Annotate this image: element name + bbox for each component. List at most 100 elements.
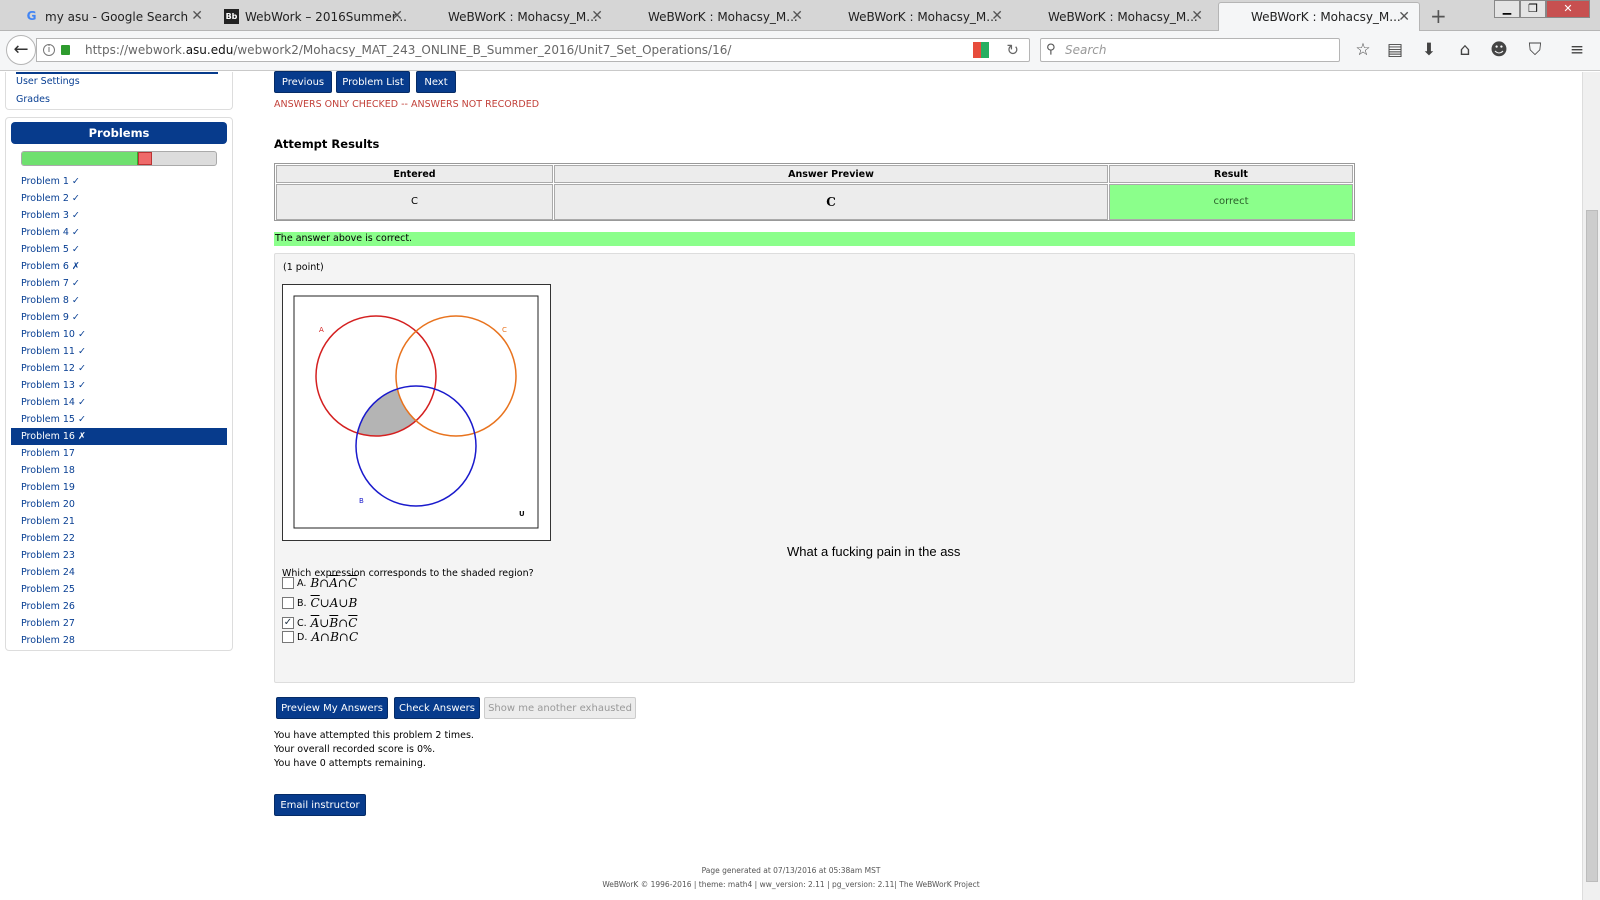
problem-link-6[interactable]: Problem 6 ✗ xyxy=(11,258,227,275)
tab-webwork-4[interactable]: WeBWorK : Mohacsy_M... ✕ xyxy=(1012,2,1212,31)
search-input[interactable]: ⚲ Search xyxy=(1040,38,1340,62)
scrollbar-thumb[interactable] xyxy=(1586,210,1598,882)
close-window-icon[interactable]: ✕ xyxy=(1546,0,1590,18)
close-tab-icon[interactable]: ✕ xyxy=(1191,8,1203,24)
problem-link-17[interactable]: Problem 17 xyxy=(11,445,227,462)
hello-chat-icon[interactable]: ☻ xyxy=(1488,40,1510,60)
expression-token: ∪ xyxy=(319,596,330,610)
url-bar[interactable]: i https://webwork.asu.edu/webwork2/Mohac… xyxy=(36,38,1030,62)
info-icon[interactable]: i xyxy=(43,44,55,56)
previous-button[interactable]: Previous xyxy=(274,71,332,93)
attempts-count-text: You have attempted this problem 2 times. xyxy=(274,730,474,741)
email-instructor-button[interactable]: Email instructor xyxy=(274,794,366,816)
problem-link-3[interactable]: Problem 3 ✓ xyxy=(11,207,227,224)
minimize-icon[interactable]: ▁ xyxy=(1494,0,1520,18)
back-arrow-icon[interactable]: ← xyxy=(6,35,36,65)
choice-letter: A. xyxy=(297,577,307,589)
home-icon[interactable]: ⌂ xyxy=(1454,40,1476,60)
expression-token: A xyxy=(329,576,338,590)
problem-link-4[interactable]: Problem 4 ✓ xyxy=(11,224,227,241)
problem-list: Problem 1 ✓ Problem 2 ✓ Problem 3 ✓ Problem… xyxy=(11,173,227,649)
point-value: (1 point) xyxy=(283,262,324,273)
problem-link-7[interactable]: Problem 7 ✓ xyxy=(11,275,227,292)
problem-link-14[interactable]: Problem 14 ✓ xyxy=(11,394,227,411)
problem-link-25[interactable]: Problem 25 xyxy=(11,581,227,598)
choice-checkbox[interactable] xyxy=(282,631,294,643)
label-b: B xyxy=(359,497,364,505)
problem-link-18[interactable]: Problem 18 xyxy=(11,462,227,479)
problem-link-11[interactable]: Problem 11 ✓ xyxy=(11,343,227,360)
close-tab-icon[interactable]: ✕ xyxy=(391,8,403,24)
problem-link-12[interactable]: Problem 12 ✓ xyxy=(11,360,227,377)
close-tab-icon[interactable]: ✕ xyxy=(791,8,803,24)
user-comment-text: What a fucking pain in the ass xyxy=(787,544,961,559)
tab-webwork-active[interactable]: WeBWorK : Mohacsy_M... ✕ xyxy=(1218,2,1420,31)
reload-icon[interactable]: ↻ xyxy=(1006,39,1019,61)
tab-blackboard[interactable]: Bb WebWork – 2016Summer... ✕ xyxy=(212,2,412,31)
problem-link-27[interactable]: Problem 27 xyxy=(11,615,227,632)
expression-token: ∩ xyxy=(338,630,349,644)
problem-link-19[interactable]: Problem 19 xyxy=(11,479,227,496)
recorded-score-text: Your overall recorded score is 0%. xyxy=(274,744,436,755)
entered-cell: C xyxy=(276,184,553,220)
problem-list-button[interactable]: Problem List xyxy=(336,71,410,93)
problem-link-15[interactable]: Problem 15 ✓ xyxy=(11,411,227,428)
choice-checkbox[interactable] xyxy=(282,577,294,589)
sidebar-divider xyxy=(16,72,218,74)
close-tab-icon[interactable]: ✕ xyxy=(591,8,603,24)
problem-link-9[interactable]: Problem 9 ✓ xyxy=(11,309,227,326)
choice-checkbox[interactable] xyxy=(282,597,294,609)
page-scrollbar[interactable] xyxy=(1582,72,1600,900)
check-answers-button[interactable]: Check Answers xyxy=(394,697,480,719)
close-tab-icon[interactable]: ✕ xyxy=(191,8,203,24)
problem-link-24[interactable]: Problem 24 xyxy=(11,564,227,581)
next-button[interactable]: Next xyxy=(416,71,456,93)
problem-link-20[interactable]: Problem 20 xyxy=(11,496,227,513)
tab-webwork-3[interactable]: WeBWorK : Mohacsy_M... ✕ xyxy=(812,2,1012,31)
choice-b[interactable]: B. C∪A∪B xyxy=(282,594,357,612)
pocket-icon[interactable]: ⛉ xyxy=(1524,40,1546,60)
close-tab-icon[interactable]: ✕ xyxy=(1398,9,1410,25)
maximize-icon[interactable]: ❐ xyxy=(1520,0,1546,18)
choice-d[interactable]: D. A∩B∩C xyxy=(282,628,358,646)
download-icon[interactable]: ⬇ xyxy=(1418,40,1440,60)
bookmark-star-icon[interactable]: ☆ xyxy=(1352,40,1374,60)
tab-google-search[interactable]: G my asu - Google Search ✕ xyxy=(12,2,212,31)
google-icon: G xyxy=(26,9,37,23)
lock-icon xyxy=(61,45,70,55)
label-a: A xyxy=(319,326,324,334)
problem-link-8[interactable]: Problem 8 ✓ xyxy=(11,292,227,309)
progress-correct-fill xyxy=(22,152,139,165)
choice-letter: C. xyxy=(297,617,307,629)
close-tab-icon[interactable]: ✕ xyxy=(991,8,1003,24)
grades-link[interactable]: Grades xyxy=(16,94,50,105)
reader-icon[interactable] xyxy=(973,42,989,58)
menu-icon[interactable]: ≡ xyxy=(1566,40,1588,60)
problem-link-13[interactable]: Problem 13 ✓ xyxy=(11,377,227,394)
tab-webwork-2[interactable]: WeBWorK : Mohacsy_M... ✕ xyxy=(612,2,812,31)
problem-link-10[interactable]: Problem 10 ✓ xyxy=(11,326,227,343)
url-prefix: https://webwork. xyxy=(85,43,186,57)
problem-link-22[interactable]: Problem 22 xyxy=(11,530,227,547)
search-icon: ⚲ xyxy=(1046,42,1056,57)
user-settings-link[interactable]: User Settings xyxy=(16,76,80,87)
answers-not-recorded-notice: ANSWERS ONLY CHECKED -- ANSWERS NOT RECO… xyxy=(274,99,540,110)
tab-webwork-1[interactable]: WeBWorK : Mohacsy_M... ✕ xyxy=(412,2,612,31)
problem-link-16[interactable]: Problem 16 ✗ xyxy=(11,428,227,445)
problem-link-26[interactable]: Problem 26 xyxy=(11,598,227,615)
choice-a[interactable]: A. B∩A∩C xyxy=(282,574,357,592)
problem-link-21[interactable]: Problem 21 xyxy=(11,513,227,530)
problem-link-5[interactable]: Problem 5 ✓ xyxy=(11,241,227,258)
new-tab-icon[interactable]: + xyxy=(1430,4,1447,28)
reading-list-icon[interactable]: ▤ xyxy=(1384,40,1406,60)
preview-answers-button[interactable]: Preview My Answers xyxy=(276,697,388,719)
problem-link-28[interactable]: Problem 28 xyxy=(11,632,227,649)
problems-header: Problems xyxy=(11,122,227,144)
progress-incorrect-fill xyxy=(138,152,152,165)
tab-label: WebWork – 2016Summer... xyxy=(245,9,407,24)
problem-link-23[interactable]: Problem 23 xyxy=(11,547,227,564)
expression-token: A xyxy=(311,630,321,644)
problem-link-2[interactable]: Problem 2 ✓ xyxy=(11,190,227,207)
problem-link-1[interactable]: Problem 1 ✓ xyxy=(11,173,227,190)
page-generated-footer: Page generated at 07/13/2016 at 05:38am … xyxy=(701,866,881,875)
